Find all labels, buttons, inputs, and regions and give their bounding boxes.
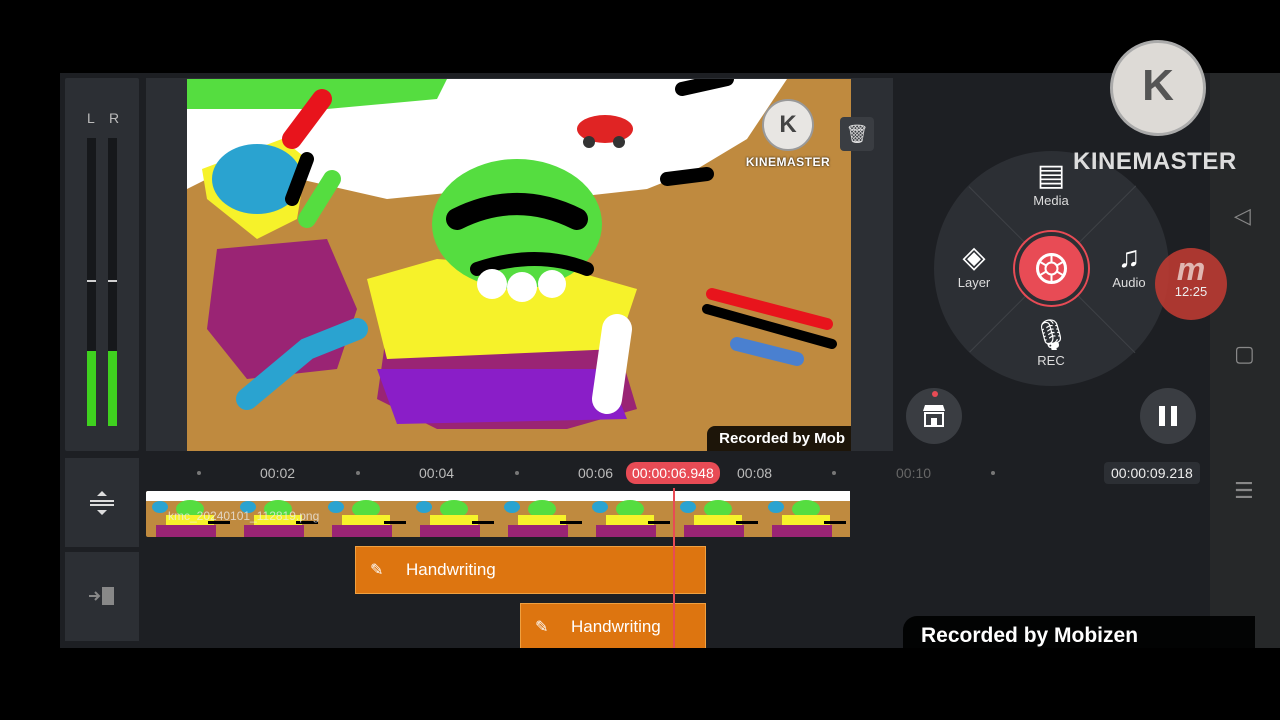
jump-to-end-button[interactable] [65,552,139,641]
kinemaster-watermark-text: KINEMASTER [745,155,831,169]
meter-left-peak [87,280,96,282]
notification-dot [932,391,938,397]
meter-left-bar [87,138,96,426]
total-duration: 00:00:09.218 [1104,462,1200,484]
store-icon [923,405,945,427]
home-icon[interactable]: ▢ [1234,341,1255,367]
meter-left-fill [87,351,96,426]
meter-right-fill [108,351,117,426]
video-preview[interactable]: K KINEMASTER Recorded by Mob [187,79,851,451]
pause-icon [1159,406,1165,426]
tick-label: 00:08 [737,465,773,481]
recording-timer: 12:25 [1174,284,1208,299]
tick-dot [515,471,519,475]
meter-right-peak [108,280,117,282]
tick-label: 00:10 [896,465,932,481]
pause-icon [1171,406,1177,426]
layer-label: Handwriting [571,617,661,636]
pen-icon: ✎ [370,562,384,579]
playhead[interactable] [673,488,675,648]
delete-button[interactable]: 🗑 [840,117,874,151]
tick-label: 00:04 [419,465,455,481]
meter-right-label: R [109,110,120,126]
kinemaster-logo: K [1110,40,1206,136]
layer-button[interactable]: ◈ Layer [934,241,1014,290]
capture-button[interactable] [1015,232,1088,305]
kinemaster-brand-text: KINEMASTER [1073,148,1237,175]
asset-store-button[interactable] [906,388,962,444]
tick-dot [991,471,995,475]
layer-label: Layer [957,275,991,290]
tick-dot [197,471,201,475]
audio-level-meter: L R [65,78,139,451]
handwriting-layer[interactable]: ✎ Handwriting [355,546,706,594]
video-clip[interactable]: kmc_20240101_112819.png [146,491,852,537]
menu-icon[interactable]: ☰ [1234,478,1254,504]
rec-label: REC [1037,353,1065,368]
tick-label: 00:02 [260,465,296,481]
playhead-time: 00:00:06.948 [626,462,720,484]
tick-dot [356,471,360,475]
layers-icon: ◈ [962,241,986,274]
rec-button[interactable]: 🎙 REC [1011,319,1091,368]
meter-left-label: L [87,110,95,126]
media-label: Media [1033,193,1069,208]
recorded-by-watermark: Recorded by Mobizen [903,616,1255,658]
microphone-icon: 🎙 [1031,319,1071,352]
tick-dot [832,471,836,475]
track-height-button[interactable] [65,458,139,547]
jump-end-icon [89,587,114,605]
handwriting-layer[interactable]: ✎ Handwriting [520,603,706,648]
timeline-tools [65,458,139,642]
clip-filename: kmc_20240101_112819.png [168,509,320,523]
expand-tracks-icon [90,491,114,515]
back-icon[interactable]: ◁ [1234,203,1251,229]
preview-recorded-by-label: Recorded by Mob [707,426,851,451]
mobizen-record-badge[interactable]: m 12:25 [1155,248,1227,320]
tick-label: 00:06 [578,465,614,481]
trash-icon: 🗑 [845,124,869,144]
layer-label: Handwriting [406,560,496,579]
action-wheel: ▤ Media ◈ Layer ♫ Audio 🎙 REC [934,151,1169,386]
shutter-icon [1036,253,1067,284]
timeline-ruler[interactable]: 00:02 00:04 00:06 00:08 00:10 00:00:06.9… [146,458,1206,488]
pen-icon: ✎ [535,619,549,636]
kinemaster-logo-icon: K [762,99,814,151]
pause-button[interactable] [1140,388,1196,444]
kinemaster-watermark: K KINEMASTER [743,99,833,169]
meter-right-bar [108,138,117,426]
